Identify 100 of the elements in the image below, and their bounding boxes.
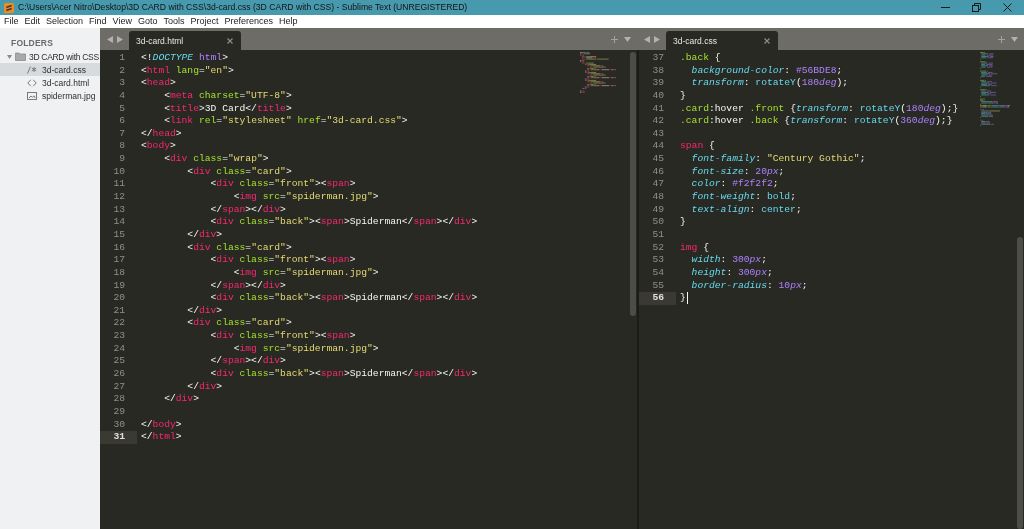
line-number: 28 — [112, 393, 126, 406]
caret-down-icon[interactable] — [7, 54, 12, 59]
line-number: 30 — [112, 418, 126, 432]
caret-left-icon[interactable] — [107, 35, 113, 43]
code-line: </div> — [187, 228, 223, 242]
code-line: width: 300px; — [691, 254, 767, 267]
line-number: 52 — [651, 241, 665, 255]
code-line: </html> — [141, 431, 182, 444]
caret-right-icon[interactable] — [117, 35, 123, 43]
minimap-drawing[interactable] — [980, 52, 1010, 127]
menu-item[interactable]: File — [4, 15, 19, 28]
menu-item[interactable]: Preferences — [224, 15, 273, 28]
line-number: 51 — [651, 228, 665, 242]
restore-icon[interactable] — [972, 3, 981, 12]
code-line: border-radius: 10px; — [691, 279, 808, 293]
line-number: 43 — [651, 127, 665, 141]
plus-icon[interactable] — [998, 35, 1005, 43]
code-line: <title>3D Card</title> — [164, 102, 292, 116]
code-line: <img src="spiderman.jpg"> — [233, 191, 379, 204]
code-line: <meta charset="UTF-8"> — [164, 89, 292, 103]
menu-item[interactable]: Find — [89, 15, 107, 28]
code-line: } — [680, 89, 686, 103]
line-number: 54 — [651, 266, 665, 280]
code-line: <div class="wrap"> — [164, 153, 269, 166]
code-line: img { — [680, 241, 709, 255]
editor-tab[interactable]: 3d-card.css — [666, 31, 778, 50]
line-number: 48 — [651, 191, 665, 204]
line-number: 47 — [651, 178, 665, 192]
line-number: 18 — [112, 266, 126, 280]
minimap-drawing[interactable] — [580, 52, 616, 94]
code-line: font-family: "Century Gothic"; — [691, 153, 866, 166]
line-number: 12 — [112, 191, 126, 204]
line-number: 11 — [112, 178, 126, 192]
code-line: font-size: 20px; — [691, 165, 785, 179]
sidebar-item[interactable]: 3d-card.css — [0, 63, 100, 76]
code-line: </div> — [187, 380, 223, 394]
code-line: text-align: center; — [691, 203, 802, 217]
code-line: </span></div> — [210, 203, 286, 217]
close-icon[interactable] — [1003, 3, 1012, 12]
code-line: <div class="card"> — [187, 165, 292, 179]
line-number: 46 — [651, 165, 665, 179]
close-icon[interactable] — [227, 37, 233, 44]
line-number: 39 — [651, 77, 665, 90]
menu-item[interactable]: Selection — [46, 15, 84, 28]
line-number: 56 — [639, 292, 676, 305]
sidebar-item[interactable]: spiderman.jpg — [0, 89, 100, 102]
folder-icon — [15, 52, 26, 61]
close-icon[interactable] — [764, 37, 770, 44]
code-line: <div class="front"><span> — [210, 330, 356, 343]
line-number: 21 — [112, 304, 126, 318]
line-number: 3 — [118, 77, 126, 90]
menu-item[interactable]: View — [112, 15, 132, 28]
code-line: <img src="spiderman.jpg"> — [233, 342, 379, 356]
code-line: </span></div> — [210, 279, 286, 293]
menu-item[interactable]: Project — [190, 15, 219, 28]
line-number: 27 — [112, 380, 126, 394]
code-line: </head> — [141, 127, 182, 141]
plus-icon[interactable] — [611, 35, 618, 43]
code-line: <img src="spiderman.jpg"> — [233, 266, 379, 280]
line-number: 9 — [118, 153, 126, 166]
menu-item[interactable]: Goto — [137, 15, 158, 28]
line-number: 6 — [118, 115, 126, 128]
code-line: span { — [680, 140, 715, 154]
code-line: <body> — [141, 140, 176, 154]
line-number: 29 — [112, 405, 126, 419]
line-number: 31 — [100, 431, 137, 444]
line-number: 2 — [118, 64, 126, 78]
code-line: <div class="back"><span>Spiderman</span></div> — [210, 368, 478, 381]
code-line: height: 300px; — [691, 266, 773, 280]
code-line: <html lang="en"> — [141, 64, 234, 78]
code-line: <head> — [141, 77, 176, 90]
code-line: </span></div> — [210, 355, 286, 369]
menu-item[interactable]: Edit — [24, 15, 41, 28]
line-number: 40 — [651, 89, 665, 103]
code-editor[interactable] — [637, 50, 1024, 529]
caret-right-icon[interactable] — [654, 35, 660, 43]
menu-item[interactable]: Help — [279, 15, 298, 28]
code-line: .card:hover .back {transform: rotateY(360deg);} — [680, 115, 953, 128]
caret-left-icon[interactable] — [644, 35, 650, 43]
scrollbar-thumb[interactable] — [1016, 237, 1023, 529]
code-line: color: #f2f2f2; — [691, 178, 779, 192]
scrollbar-thumb[interactable] — [629, 52, 636, 316]
code-line: } — [680, 216, 686, 229]
line-number: 42 — [651, 115, 665, 128]
line-number: 20 — [112, 292, 126, 305]
line-number: 55 — [651, 279, 665, 293]
code-line: <div class="front"><span> — [210, 178, 356, 192]
menu-item[interactable]: Tools — [163, 15, 185, 28]
folder-item[interactable]: 3D CARD with CSS — [0, 50, 100, 63]
editor-tab[interactable]: 3d-card.html — [129, 31, 241, 50]
line-number: 4 — [118, 89, 126, 103]
sidebar-item[interactable]: 3d-card.html — [0, 76, 100, 89]
line-number: 23 — [112, 330, 126, 343]
caret-down-icon[interactable] — [624, 36, 631, 42]
code-line: background-color: #56BDE8; — [691, 64, 843, 78]
caret-down-icon[interactable] — [1011, 36, 1018, 42]
line-number: 15 — [112, 228, 126, 242]
code-line: <div class="card"> — [187, 317, 292, 331]
code-line: <link rel="stylesheet" href="3d-card.css"> — [164, 115, 408, 128]
line-number: 37 — [651, 52, 665, 65]
